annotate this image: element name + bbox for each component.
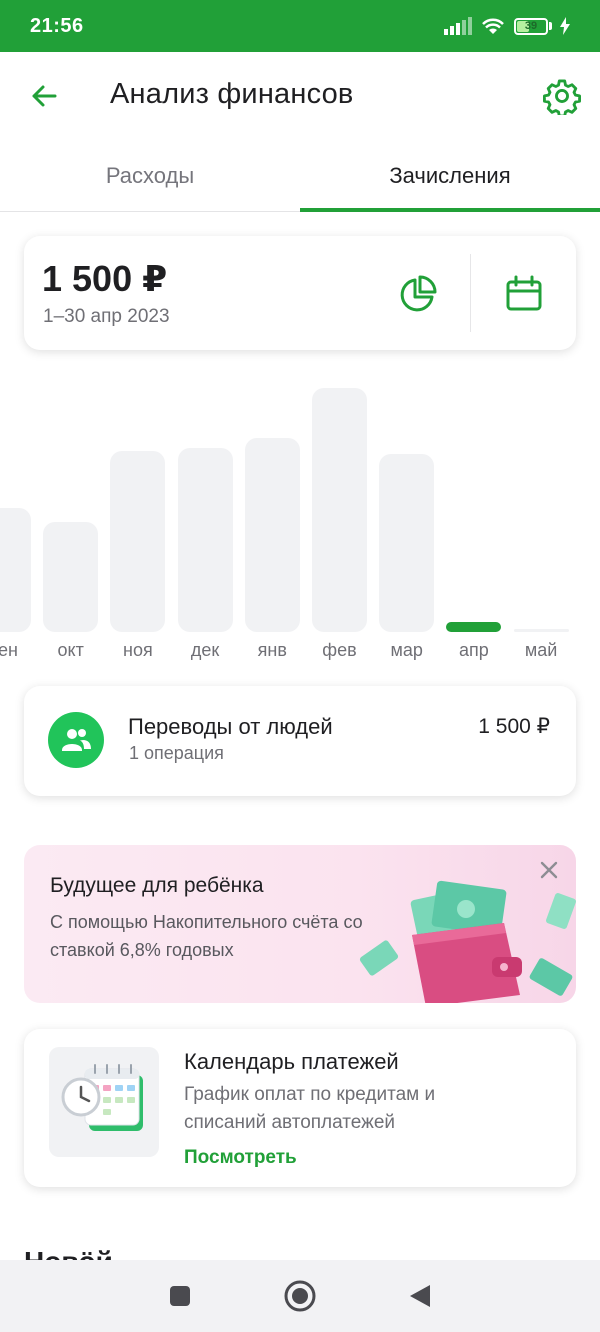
transfers-category-card[interactable]: Переводы от людей 1 операция 1 500 ₽ (24, 686, 576, 796)
arrow-left-icon (32, 85, 57, 107)
card-divider (470, 254, 471, 332)
chart-month-label: янв (257, 640, 287, 660)
promo-banner[interactable]: Будущее для ребёнка С помощью Накопитель… (24, 845, 576, 1003)
promo-text: С помощью Накопительного счёта со ставко… (50, 912, 363, 960)
summary-card: 1 500 ₽ 1–30 апр 2023 (24, 236, 576, 350)
chart-month-label: мар (390, 640, 423, 660)
chart-bar-8[interactable] (446, 622, 502, 632)
status-icons: 39 (444, 16, 570, 36)
transfers-count: 1 операция (129, 743, 224, 763)
summary-period[interactable]: 1–30 апр 2023 (43, 306, 170, 328)
settings-button[interactable] (540, 74, 584, 118)
monthly-bar-chart: сен окт ноя дек янв фев мар апр май (0, 370, 600, 670)
chart-month-label: ноя (123, 640, 153, 660)
chart-bar-7[interactable] (379, 454, 435, 632)
calendar-icon (506, 275, 542, 311)
chart-bar-4[interactable] (177, 448, 233, 632)
recent-apps-button[interactable] (152, 1268, 208, 1324)
chart-month-label: дек (190, 640, 220, 660)
chart-bar-3[interactable] (110, 451, 166, 632)
triangle-back-icon (410, 1285, 430, 1307)
chart-month-label: сен (0, 640, 18, 660)
square-icon (170, 1286, 190, 1306)
signal-icon (444, 17, 472, 35)
close-icon[interactable] (536, 857, 562, 883)
home-button[interactable] (272, 1268, 328, 1324)
gear-icon (543, 79, 581, 115)
chart-bar-6[interactable] (312, 388, 367, 632)
battery-icon: 39 (514, 17, 552, 35)
payments-calendar-card[interactable]: Календарь платежей График оплат по креди… (24, 1029, 576, 1187)
chart-month-label: май (524, 640, 558, 660)
calendar-button[interactable] (496, 266, 552, 322)
promo-title: Будущее для ребёнка (50, 874, 264, 897)
tab-bar: Расходы Зачисления (0, 140, 600, 212)
system-nav-bar (0, 1260, 600, 1332)
transfers-amount: 1 500 ₽ (478, 715, 550, 738)
chart-month-label: фев (322, 640, 357, 660)
battery-level: 39 (524, 20, 538, 32)
people-icon (48, 712, 104, 768)
chart-bar-2[interactable] (43, 522, 99, 632)
calendar-card-title: Календарь платежей (184, 1049, 399, 1074)
status-bar: 21:56 39 (0, 0, 600, 52)
tab-income[interactable]: Зачисления (300, 140, 600, 212)
home-circle-icon (284, 1280, 316, 1312)
chart-bar-5[interactable] (244, 438, 300, 632)
status-time: 21:56 (30, 14, 84, 37)
summary-amount: 1 500 ₽ (42, 258, 168, 299)
active-tab-indicator (300, 208, 600, 212)
pie-chart-icon (400, 275, 437, 312)
charging-icon (560, 17, 570, 35)
chart-month-label: апр (459, 640, 489, 660)
transfers-title: Переводы от людей (128, 714, 333, 739)
calendar-card-text: График оплат по кредитам и списаний авто… (184, 1084, 436, 1133)
page-title: Анализ финансов (110, 78, 354, 110)
view-calendar-link[interactable]: Посмотреть (184, 1147, 297, 1169)
wallet-money-illustration (354, 875, 576, 1003)
back-button[interactable] (22, 74, 66, 118)
calendar-illustration (49, 1047, 159, 1157)
back-nav-button[interactable] (392, 1268, 448, 1324)
chart-bar-1[interactable] (0, 508, 31, 632)
wifi-icon (482, 18, 504, 34)
chart-month-label: окт (57, 640, 84, 660)
app-header: Анализ финансов (0, 52, 600, 140)
chart-bar-9[interactable] (513, 629, 569, 632)
tab-expenses[interactable]: Расходы (0, 140, 300, 212)
pie-chart-button[interactable] (390, 266, 446, 322)
